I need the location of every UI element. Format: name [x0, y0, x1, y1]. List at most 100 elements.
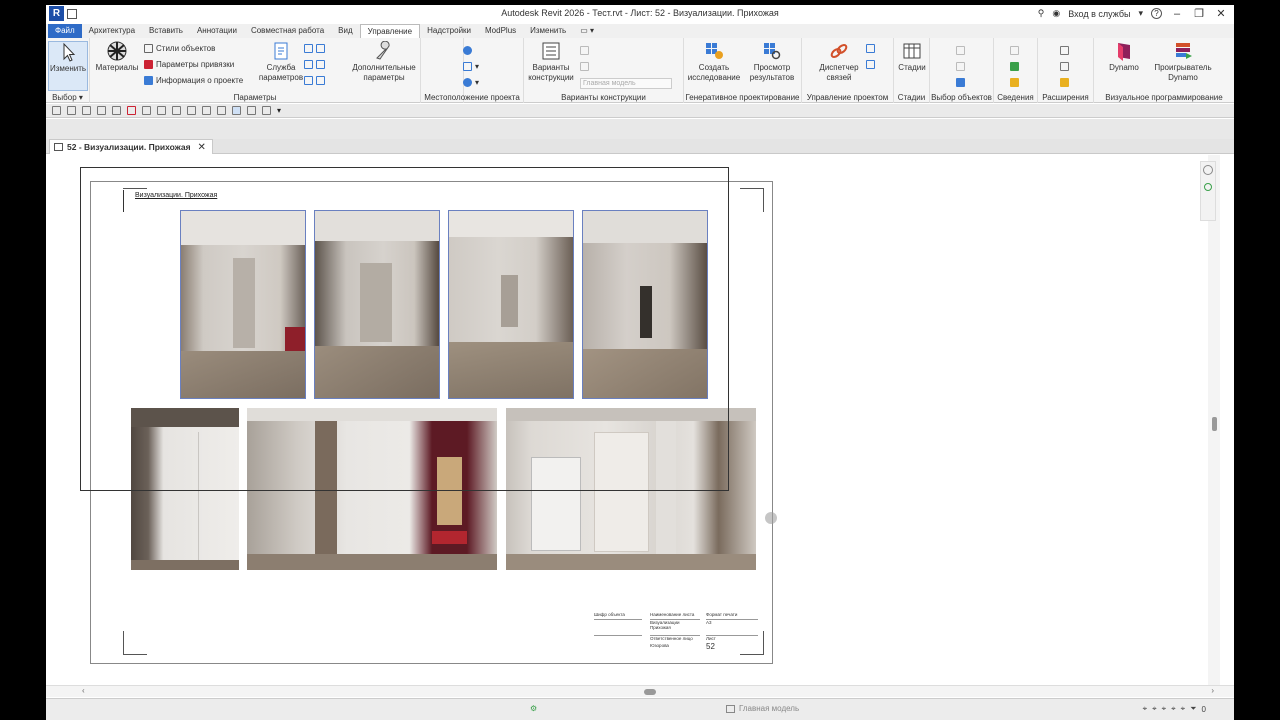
3d-view-icon[interactable]	[202, 106, 211, 115]
dimension-icon[interactable]	[157, 106, 166, 115]
tab-file[interactable]: Файл	[48, 24, 82, 38]
tab-addins[interactable]: Надстройки	[420, 24, 478, 38]
info-icon	[144, 76, 153, 85]
close-tab-icon[interactable]: ✕	[198, 142, 206, 153]
select-pinned-icon[interactable]: ⌖	[1162, 704, 1167, 714]
create-study-button[interactable]: Создать исследование	[686, 41, 742, 83]
tag-icon[interactable]	[172, 106, 181, 115]
panel-label-generative: Генеративное проектирование	[685, 93, 800, 102]
cart-icon[interactable]: ▾	[1138, 8, 1143, 19]
print-icon[interactable]	[127, 106, 136, 115]
horizontal-scroll-thumb[interactable]	[644, 689, 656, 695]
tab-manage[interactable]: Управление	[359, 24, 421, 38]
dynamo-button[interactable]: Dynamo	[1104, 41, 1144, 73]
manage-images-icon[interactable]	[866, 44, 875, 53]
select-by-face-icon[interactable]: ⌖	[1171, 704, 1176, 714]
open-icon[interactable]	[52, 106, 61, 115]
minimize-button[interactable]: –	[1170, 8, 1184, 20]
restore-button[interactable]: ❐	[1192, 7, 1206, 20]
customize-toolbar-icon[interactable]: ▾	[277, 106, 281, 115]
location-icon[interactable]	[463, 46, 472, 55]
close-hidden-icon[interactable]	[247, 106, 256, 115]
modify-button[interactable]: Изменить	[48, 41, 88, 91]
macro-security-icon[interactable]	[1060, 62, 1069, 71]
binoculars-icon[interactable]: ⚲	[1038, 8, 1045, 19]
warnings-icon[interactable]	[1010, 78, 1019, 87]
coordinates-icon[interactable]: ▾	[463, 62, 479, 71]
close-button[interactable]: ✕	[1214, 7, 1228, 20]
active-model-dropdown[interactable]: Главная модель	[726, 704, 799, 713]
tab-modify[interactable]: Изменить	[523, 24, 573, 38]
snap-settings-button[interactable]: Параметры привязки	[144, 60, 234, 69]
macro-alert-icon[interactable]	[1060, 78, 1069, 87]
tab-extra-icon[interactable]: ▭ ▾	[573, 24, 601, 38]
save-icon[interactable]	[67, 106, 76, 115]
additional-params-button[interactable]: Дополнительные параметры	[344, 41, 424, 83]
select-underlay-icon[interactable]: ⌖	[1152, 704, 1157, 714]
drawing-canvas[interactable]: Визуализации. Прихожая Шифр объекта Наим…	[46, 155, 1220, 685]
help-icon[interactable]: ?	[1151, 8, 1162, 19]
switch-windows-icon[interactable]	[262, 106, 271, 115]
zoom-icon[interactable]	[1204, 183, 1212, 191]
dynamo-player-button[interactable]: Проигрыватель Dynamo	[1148, 41, 1218, 83]
macro-manager-icon[interactable]	[1060, 46, 1069, 55]
project-info-button[interactable]: Информация о проекте	[144, 76, 243, 85]
scroll-right-icon[interactable]: ›	[1211, 686, 1214, 695]
title-block[interactable]: Шифр объекта Наименование листа Визуализ…	[594, 612, 759, 656]
steering-wheel-icon[interactable]	[1203, 165, 1213, 175]
service-parameters-button[interactable]: Служба параметров	[256, 41, 306, 83]
panel-selection: Выбор объектов	[930, 38, 994, 103]
viewport-selection-rectangle[interactable]	[80, 167, 729, 491]
select-links-icon[interactable]: ⌖	[1143, 704, 1148, 714]
selection-filters[interactable]: ⌖ ⌖ ⌖ ⌖ ⌖ ⏷ 0	[1143, 704, 1206, 714]
scroll-left-icon[interactable]: ‹	[82, 686, 85, 695]
tab-insert[interactable]: Вставить	[142, 24, 190, 38]
phases-button[interactable]: Стадии	[896, 41, 928, 73]
workset-icon[interactable]: ⚙	[530, 704, 537, 713]
main-model-dropdown[interactable]: Главная модель	[580, 78, 672, 89]
tab-architecture[interactable]: Архитектура	[82, 24, 142, 38]
document-tabs: 52 - Визуализации. Прихожая ✕	[46, 139, 1234, 154]
starting-view-icon[interactable]	[866, 60, 875, 69]
sheet-border: Визуализации. Прихожая Шифр объекта Наим…	[80, 167, 773, 664]
thin-lines-icon[interactable]	[232, 106, 241, 115]
tab-collaborate[interactable]: Совместная работа	[244, 24, 331, 38]
design-options-button[interactable]: Варианты конструкции	[528, 41, 574, 83]
panel-label-select[interactable]: Выбор ▾	[46, 93, 89, 102]
position-icon[interactable]: ▾	[463, 78, 479, 87]
tab-view[interactable]: Вид	[331, 24, 359, 38]
model-icon	[726, 704, 735, 713]
tab-annotate[interactable]: Аннотации	[190, 24, 244, 38]
tab-modplus[interactable]: ModPlus	[478, 24, 523, 38]
filter-icon[interactable]: ⏷	[1190, 704, 1196, 714]
navigation-bar[interactable]	[1200, 161, 1216, 221]
materials-button[interactable]: Материалы	[94, 41, 140, 73]
tab-sheet-52[interactable]: 52 - Визуализации. Прихожая ✕	[49, 139, 213, 154]
drag-elements-icon[interactable]: ⌖	[1181, 704, 1186, 714]
section-icon[interactable]	[217, 106, 226, 115]
tb-print-format: А3	[706, 620, 712, 625]
select-by-id-icon[interactable]	[1010, 62, 1019, 71]
object-styles-button[interactable]: Стили объектов	[144, 44, 215, 53]
shared-params-icon[interactable]	[304, 44, 325, 53]
ribbon: Изменить Выбор ▾ Материалы Стили объекто…	[46, 38, 1234, 103]
panel-label-selection: Выбор объектов	[931, 93, 992, 102]
link-manager-button[interactable]: Диспетчер связей	[816, 41, 862, 83]
undo-icon[interactable]	[97, 106, 106, 115]
tb-responsible: Юзорова	[650, 643, 669, 648]
materials-sphere-icon	[107, 41, 127, 61]
signin-link[interactable]: Вход в службы	[1068, 9, 1130, 19]
view-results-button[interactable]: Просмотр результатов	[744, 41, 800, 83]
save-selection-icon	[956, 46, 965, 55]
measure-icon[interactable]	[142, 106, 151, 115]
vertical-scrollbar[interactable]	[1208, 155, 1220, 685]
text-icon[interactable]	[187, 106, 196, 115]
edit-selection-icon[interactable]	[956, 78, 965, 87]
redo-icon[interactable]	[112, 106, 121, 115]
transfer-standards-icon[interactable]	[304, 76, 325, 85]
horizontal-scrollbar[interactable]: ‹ ›	[46, 685, 1234, 697]
global-params-icon[interactable]	[304, 60, 325, 69]
sync-icon[interactable]	[82, 106, 91, 115]
vertical-scroll-thumb[interactable]	[1212, 417, 1217, 431]
filter-count: 0	[1201, 704, 1206, 714]
